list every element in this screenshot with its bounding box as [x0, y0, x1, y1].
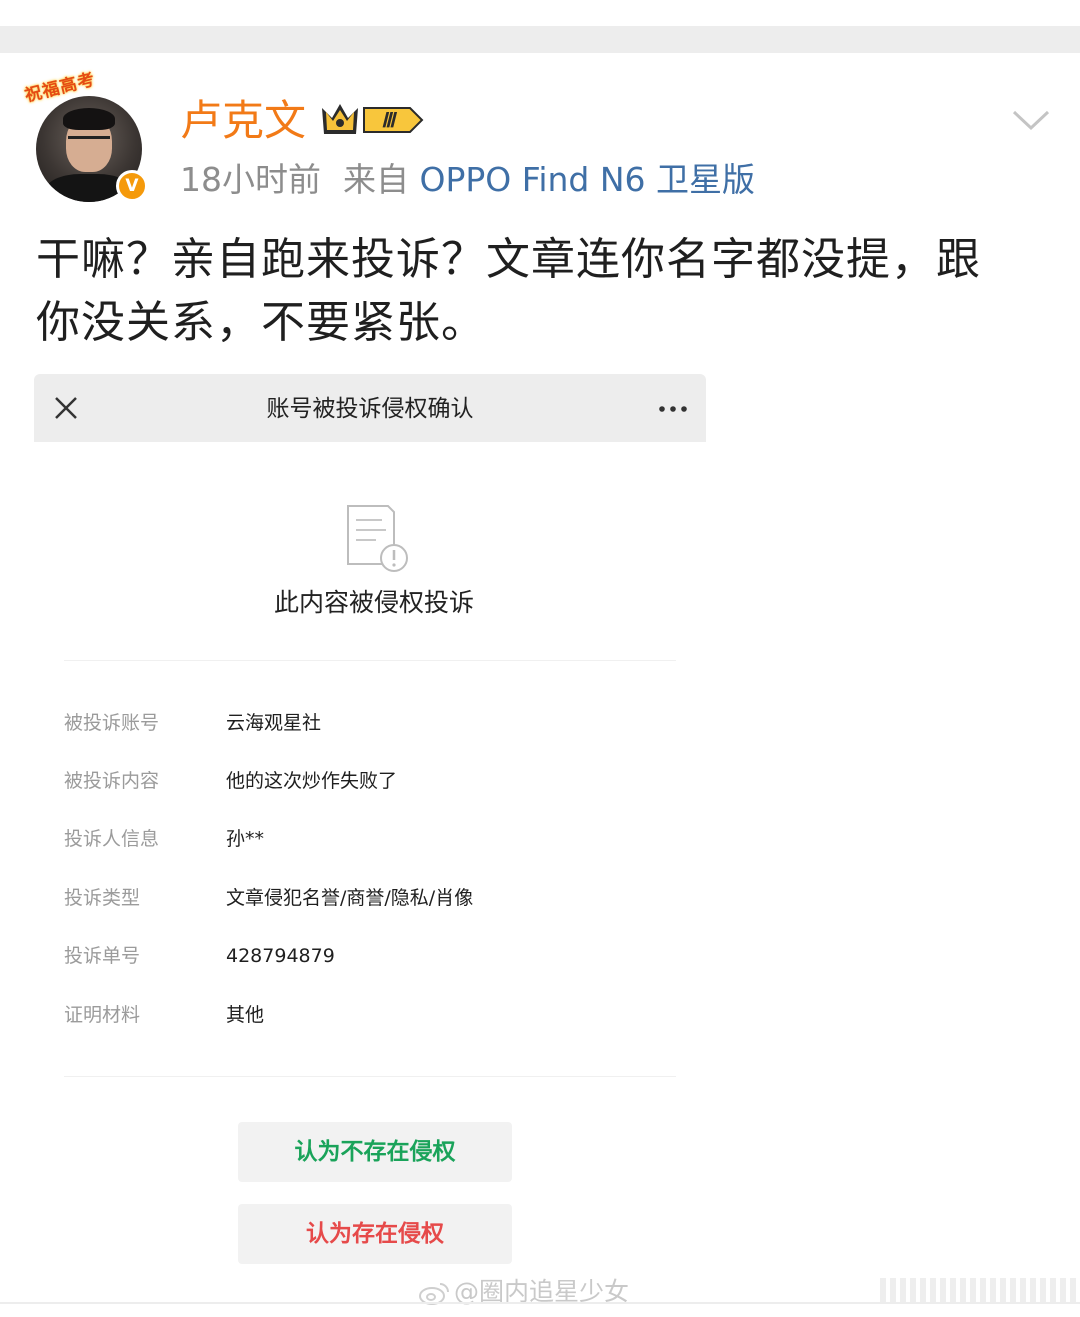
- info-value: 428794879: [226, 945, 335, 967]
- document-warning-icon: [347, 505, 408, 572]
- verified-badge-icon: V: [116, 170, 148, 202]
- crown-level-icon: Ⅲ: [322, 104, 424, 134]
- info-row: 证明材料 其他: [64, 998, 676, 1032]
- post-text: 干嘛？亲自跑来投诉？文章连你名字都没提，跟 你没关系，不要紧张。: [36, 234, 981, 348]
- level-badge-text: Ⅲ: [381, 110, 397, 132]
- post-time: 18小时前: [180, 160, 321, 199]
- author-name[interactable]: 卢克文: [180, 96, 306, 146]
- more-chevron-icon[interactable]: [1010, 104, 1052, 134]
- source-prefix: 来自: [343, 160, 409, 199]
- divider: [64, 660, 676, 661]
- footer-line: [0, 1302, 1080, 1304]
- info-value: 云海观星社: [226, 712, 322, 734]
- info-value: 文章侵犯名誉/商誉/隐私/肖像: [226, 887, 474, 909]
- footer-fade: [880, 1278, 1080, 1304]
- infringement-button: 认为存在侵权: [238, 1204, 512, 1264]
- info-row: 投诉人信息 孙**: [64, 822, 676, 856]
- info-label: 投诉人信息: [64, 828, 160, 850]
- status-strip: [0, 0, 1080, 26]
- info-row: 被投诉账号 云海观星社: [64, 706, 676, 740]
- info-label: 投诉类型: [64, 887, 141, 909]
- info-label: 证明材料: [64, 1004, 141, 1026]
- post-meta: 18小时前 来自 OPPO Find N6 卫星版: [180, 160, 755, 200]
- author-avatar[interactable]: 祝福高考 V: [23, 70, 150, 202]
- complaint-notice: 此内容被侵权投诉: [273, 588, 474, 617]
- feed-separator: [0, 26, 1080, 53]
- info-label: 投诉单号: [64, 945, 141, 967]
- info-row: 投诉单号 428794879: [64, 939, 676, 973]
- watermark: @圈内追星少女: [418, 1274, 629, 1310]
- more-dots-icon: [659, 406, 687, 412]
- info-value: 孙**: [226, 828, 265, 850]
- source-device-link[interactable]: OPPO Find N6 卫星版: [420, 160, 756, 199]
- info-value: 他的这次炒作失败了: [226, 770, 398, 792]
- info-row: 投诉类型 文章侵犯名誉/商誉/隐私/肖像: [64, 881, 676, 915]
- no-infringement-button: 认为不存在侵权: [238, 1122, 512, 1182]
- divider: [64, 1076, 676, 1077]
- post-image[interactable]: 账号被投诉侵权确认 此内容被侵权投诉 被投诉账号 云海观星社 被投诉内容 他的这…: [34, 374, 706, 1274]
- info-label: 被投诉账号: [64, 712, 160, 734]
- info-row: 被投诉内容 他的这次炒作失败了: [64, 764, 676, 798]
- info-value: 其他: [226, 1004, 265, 1026]
- info-label: 被投诉内容: [64, 770, 160, 792]
- screenshot-title: 账号被投诉侵权确认: [266, 396, 474, 422]
